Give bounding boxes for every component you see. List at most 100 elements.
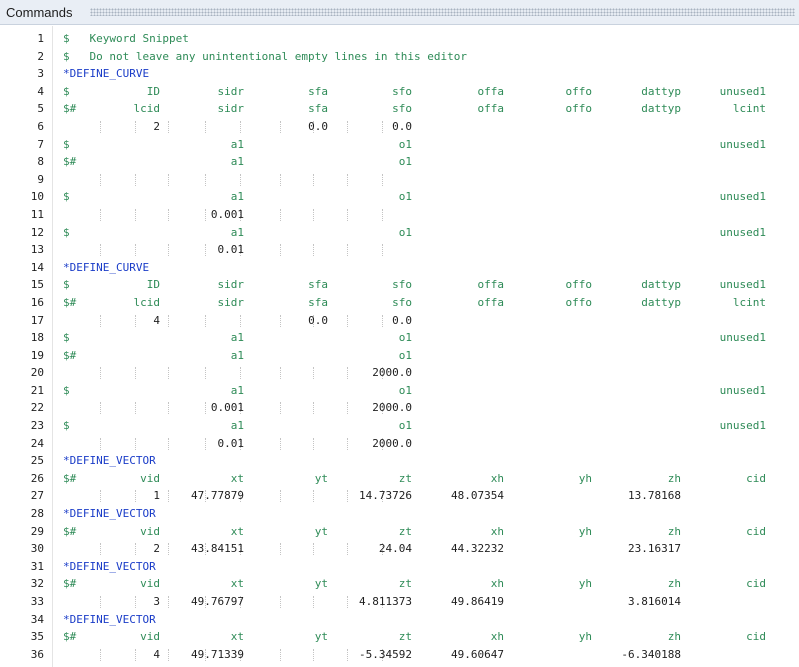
editor-line[interactable]: 18 $ a1 o1 unused1: [0, 329, 799, 347]
editor-line[interactable]: 11 0.001: [0, 206, 799, 224]
editor-line[interactable]: 12 $ a1 o1 unused1: [0, 224, 799, 242]
editor-line[interactable]: 22 0.001 2000.0: [0, 399, 799, 417]
field-value[interactable]: 0.01: [218, 435, 245, 453]
field-header: a1: [230, 155, 244, 169]
editor-line[interactable]: 25 *DEFINE_VECTOR: [0, 452, 799, 470]
field-guide: [347, 208, 348, 221]
field-value[interactable]: 1: [153, 487, 160, 505]
field-value[interactable]: 23.16317: [628, 540, 681, 558]
field-value[interactable]: 0.0: [308, 118, 328, 136]
field-guide: [100, 208, 101, 221]
editor-line[interactable]: 7 $ a1 o1 unused1: [0, 136, 799, 154]
field-header: o1: [398, 155, 412, 169]
editor-line[interactable]: 36 4 49.71339 -5.34592 49.60647 -6.340188: [0, 646, 799, 664]
field-guide: [135, 490, 136, 503]
field-value[interactable]: 49.76797: [191, 593, 244, 611]
field-value[interactable]: 49.60647: [451, 646, 504, 664]
line-number: 13: [30, 243, 44, 257]
field-value[interactable]: 44.32232: [451, 540, 504, 558]
field-value[interactable]: -5.34592: [359, 646, 412, 664]
drag-grip[interactable]: [90, 8, 795, 16]
editor-line[interactable]: 17 4 0.0 0.0: [0, 312, 799, 330]
editor-line[interactable]: 31 *DEFINE_VECTOR: [0, 558, 799, 576]
field-header: offa: [477, 84, 505, 98]
editor-line[interactable]: 16 $# lcid sidr sfa sfo offa offo dattyp lcint: [0, 294, 799, 312]
field-value[interactable]: 0.001: [211, 206, 244, 224]
field-header: zt: [398, 577, 412, 591]
editor-line[interactable]: 20 2000.0: [0, 364, 799, 382]
editor-line[interactable]: 34 *DEFINE_VECTOR: [0, 611, 799, 629]
keyword-editor[interactable]: 1 $ Keyword Snippet 2 $ Do not leave any un…: [0, 26, 799, 667]
field-guide: [100, 490, 101, 503]
editor-line[interactable]: 37 *DEFINE_VECTOR: [0, 663, 799, 667]
field-header: unused1: [719, 190, 766, 204]
editor-line[interactable]: 3 *DEFINE_CURVE: [0, 65, 799, 83]
editor-line[interactable]: 21 $ a1 o1 unused1: [0, 382, 799, 400]
editor-line[interactable]: 24 0.01 2000.0: [0, 435, 799, 453]
field-value[interactable]: 0.0: [308, 312, 328, 330]
editor-line[interactable]: 8 $# a1 o1: [0, 153, 799, 171]
field-value[interactable]: 0.0: [392, 312, 412, 330]
editor-line[interactable]: 29 $# vid xt yt zt xh yh zh cid: [0, 523, 799, 541]
editor-line[interactable]: 2 $ Do not leave any unintentional empty …: [0, 48, 799, 66]
field-guide: [100, 402, 101, 415]
editor-line[interactable]: 10 $ a1 o1 unused1: [0, 188, 799, 206]
editor-line[interactable]: 19 $# a1 o1: [0, 347, 799, 365]
field-guide: [205, 120, 206, 133]
editor-line[interactable]: 26 $# vid xt yt zt xh yh zh cid: [0, 470, 799, 488]
editor-line[interactable]: 1 $ Keyword Snippet: [0, 30, 799, 48]
field-guide: [347, 314, 348, 327]
field-value[interactable]: 3: [153, 593, 160, 611]
panel-titlebar[interactable]: Commands: [0, 0, 799, 25]
field-value[interactable]: 43.84151: [191, 540, 244, 558]
field-value[interactable]: 2000.0: [372, 399, 412, 417]
field-value[interactable]: 4: [153, 646, 160, 664]
editor-line[interactable]: 27 1 47.77879 14.73726 48.07354 13.78168: [0, 487, 799, 505]
editor-line[interactable]: 14 *DEFINE_CURVE: [0, 259, 799, 277]
field-guide: [382, 314, 383, 327]
field-value[interactable]: 47.77879: [191, 487, 244, 505]
field-value[interactable]: 0.001: [211, 399, 244, 417]
line-number: 36: [30, 647, 44, 661]
field-value[interactable]: 2000.0: [372, 364, 412, 382]
field-value[interactable]: 13.78168: [628, 487, 681, 505]
editor-line[interactable]: 4 $ ID sidr sfa sfo offa offo dattyp unused1: [0, 83, 799, 101]
field-guide: [100, 173, 101, 186]
field-header: lcid: [133, 102, 161, 116]
field-value[interactable]: 3.816014: [628, 593, 681, 611]
field-value[interactable]: 4.811373: [359, 593, 412, 611]
field-value[interactable]: 49.86419: [451, 593, 504, 611]
field-value[interactable]: 4: [153, 312, 160, 330]
field-value[interactable]: 0.0: [392, 118, 412, 136]
field-value[interactable]: 0.01: [218, 241, 245, 259]
field-guide: [135, 367, 136, 380]
editor-line[interactable]: 13 0.01: [0, 241, 799, 259]
field-value[interactable]: 24.04: [379, 540, 412, 558]
editor-line[interactable]: 6 2 0.0 0.0: [0, 118, 799, 136]
field-value[interactable]: 14.73726: [359, 487, 412, 505]
field-value[interactable]: 48.07354: [451, 487, 504, 505]
editor-line[interactable]: 23 $ a1 o1 unused1: [0, 417, 799, 435]
field-value[interactable]: 2000.0: [372, 435, 412, 453]
keyword-text: *DEFINE_VECTOR: [63, 454, 156, 468]
field-header: sfo: [392, 295, 412, 309]
comment-marker: $: [63, 278, 70, 292]
editor-line[interactable]: 28 *DEFINE_VECTOR: [0, 505, 799, 523]
editor-line[interactable]: 35 $# vid xt yt zt xh yh zh cid: [0, 628, 799, 646]
line-number: 9: [37, 172, 44, 186]
field-value[interactable]: 49.71339: [191, 646, 244, 664]
field-value[interactable]: 2: [153, 540, 160, 558]
editor-line[interactable]: 30 2 43.84151 24.04 44.32232 23.16317: [0, 540, 799, 558]
editor-line[interactable]: 5 $# lcid sidr sfa sfo offa offo dattyp lcint: [0, 100, 799, 118]
editor-line[interactable]: 9: [0, 171, 799, 189]
field-value[interactable]: -6.340188: [621, 646, 681, 664]
field-value[interactable]: 2: [153, 118, 160, 136]
field-guide: [100, 543, 101, 556]
comment-marker: $: [63, 84, 70, 98]
field-guide: [280, 596, 281, 608]
editor-line[interactable]: 33 3 49.76797 4.811373 49.86419 3.816014: [0, 593, 799, 611]
editor-line[interactable]: 32 $# vid xt yt zt xh yh zh cid: [0, 575, 799, 593]
editor-lines[interactable]: 1 $ Keyword Snippet 2 $ Do not leave any un…: [0, 30, 799, 667]
field-header: unused1: [719, 419, 766, 433]
editor-line[interactable]: 15 $ ID sidr sfa sfo offa offo dattyp unused1: [0, 276, 799, 294]
